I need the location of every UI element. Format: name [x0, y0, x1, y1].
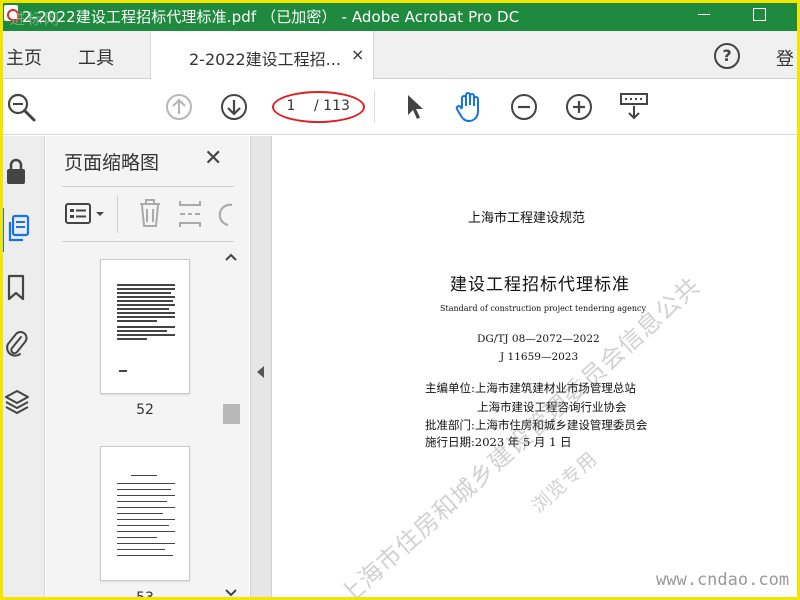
document-title-english: Standard of construction project tenderi…: [440, 304, 646, 313]
thumbnail-toolbar: [62, 186, 234, 242]
window-title: 2-2022建设工程招标代理标准.pdf （已加密） - Adobe Acrob…: [22, 8, 520, 26]
site-watermark: www.cndao.com: [656, 570, 790, 590]
help-icon[interactable]: ?: [714, 43, 740, 69]
sign-in-button[interactable]: 登: [776, 45, 794, 71]
main-toolbar: 1 / 113: [0, 79, 800, 135]
collapse-arrow-icon[interactable]: [257, 366, 264, 378]
scroll-up-arrow-icon[interactable]: [224, 252, 238, 262]
left-navigation-rail: [0, 136, 45, 600]
thumbnail-toolbar-divider: [117, 195, 118, 233]
standard-type-heading: 上海市工程建设规范: [468, 211, 586, 226]
delete-page-icon[interactable]: [138, 199, 162, 229]
close-tab-button[interactable]: ×: [351, 45, 364, 64]
layers-icon[interactable]: [4, 388, 30, 418]
next-page-icon[interactable]: [220, 93, 248, 121]
tab-tools[interactable]: 工具: [78, 44, 114, 70]
lock-icon[interactable]: [5, 158, 27, 186]
maximize-button[interactable]: [748, 4, 770, 24]
close-panel-button[interactable]: ✕: [204, 146, 222, 171]
thumbnail-page-number: 53: [136, 590, 154, 600]
tab-document[interactable]: 2-2022建设工程招... ×: [150, 31, 374, 79]
thumbnail-page-53[interactable]: [100, 446, 190, 581]
previous-page-icon[interactable]: [165, 93, 193, 121]
panel-collapse-bar[interactable]: [250, 136, 272, 600]
document-title: 建设工程招标代理标准: [450, 275, 630, 295]
zoom-search-icon[interactable]: [6, 92, 38, 122]
zoom-out-icon[interactable]: [510, 93, 538, 121]
scroll-down-arrow-icon[interactable]: [224, 588, 238, 598]
hand-tool-icon[interactable]: [454, 91, 484, 123]
bookmark-icon[interactable]: [6, 274, 26, 302]
registration-code: J 11659—2023: [500, 351, 579, 363]
zoom-in-icon[interactable]: [565, 93, 593, 121]
thumbnail-page-52[interactable]: [100, 259, 190, 394]
active-rail-indicator: [0, 208, 4, 252]
thumbnail-scrollbar[interactable]: [222, 248, 239, 600]
page-thumbnails-icon[interactable]: [5, 214, 31, 244]
title-bar: 2-2022建设工程招标代理标准.pdf （已加密） - Adobe Acrob…: [0, 0, 800, 31]
insert-page-icon[interactable]: [177, 199, 203, 229]
red-annotation-circle: [272, 91, 365, 123]
document-page[interactable]: 上海市工程建设规范 建设工程招标代理标准 Standard of constru…: [272, 136, 800, 600]
thumbnail-options-icon[interactable]: [64, 201, 110, 227]
standard-code: DG/TJ 08—2072—2022: [477, 333, 600, 345]
select-pointer-icon[interactable]: [404, 92, 426, 122]
attachment-icon[interactable]: [4, 329, 28, 359]
minimize-button[interactable]: [693, 4, 715, 24]
rotate-page-icon[interactable]: [218, 201, 234, 229]
scroll-mode-icon[interactable]: [618, 91, 650, 123]
page-thumbnails-panel: 页面缩略图 ✕ 52 53: [46, 136, 249, 600]
panel-title: 页面缩略图: [64, 152, 160, 174]
thumbnail-page-number: 52: [136, 402, 154, 418]
document-tab-label: 2-2022建设工程招...: [189, 50, 341, 69]
scrollbar-thumb[interactable]: [223, 404, 240, 424]
tab-home[interactable]: 主页: [6, 44, 42, 70]
toolbar-divider: [374, 91, 375, 123]
corner-watermark: 进标网: [10, 10, 62, 28]
tab-bar: 主页 工具 2-2022建设工程招... × ? 登: [0, 31, 800, 79]
